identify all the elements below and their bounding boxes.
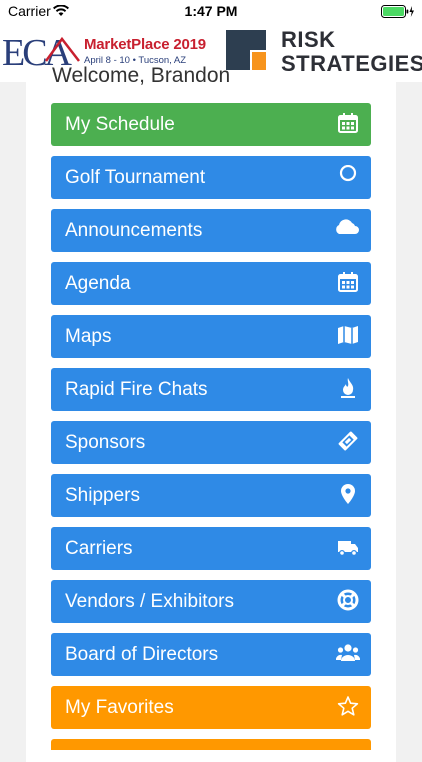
sponsor-line-1: RISK (281, 27, 336, 52)
button-label: Vendors / Exhibitors (65, 591, 234, 612)
button-label: Sponsors (65, 432, 146, 453)
golf-tournament-button[interactable]: Golf Tournament (51, 156, 371, 199)
settings-button[interactable] (51, 739, 371, 750)
button-label: Maps (65, 326, 112, 347)
event-title: MarketPlace 2019 (84, 36, 206, 53)
star-icon (337, 695, 359, 717)
welcome-message: Welcome, Brandon (52, 64, 231, 87)
maps-button[interactable]: Maps (51, 315, 371, 358)
carriers-button[interactable]: Carriers (51, 527, 371, 570)
cloud-icon (333, 218, 361, 240)
fire-icon (337, 377, 359, 399)
ticket-icon (337, 430, 359, 452)
risk-strategies-wordmark: RISK STRATEGIES (281, 28, 422, 76)
my-schedule-button[interactable]: My Schedule (51, 103, 371, 146)
map-marker-icon (337, 483, 359, 505)
button-label: My Schedule (65, 114, 175, 135)
button-label: Board of Directors (65, 644, 219, 665)
button-label: Rapid Fire Chats (65, 379, 208, 400)
sponsors-button[interactable]: Sponsors (51, 421, 371, 464)
board-of-directors-button[interactable]: Board of Directors (51, 633, 371, 676)
risk-strategies-logo-icon (226, 30, 268, 77)
rapid-fire-chats-button[interactable]: Rapid Fire Chats (51, 368, 371, 411)
button-label: Shippers (65, 485, 140, 506)
users-icon (336, 642, 360, 664)
life-ring-icon (337, 589, 359, 611)
announcements-button[interactable]: Announcements (51, 209, 371, 252)
battery-icon (381, 5, 415, 18)
button-label: Golf Tournament (65, 167, 206, 188)
button-label: Carriers (65, 538, 133, 559)
button-label: Agenda (65, 273, 131, 294)
map-icon (337, 324, 359, 346)
circle-icon (337, 165, 359, 187)
status-bar: Carrier 1:47 PM (0, 0, 422, 22)
button-label: Announcements (65, 220, 203, 241)
calendar-icon (337, 271, 359, 293)
calendar-check-icon (337, 112, 359, 134)
sponsor-line-2: STRATEGIES (281, 51, 422, 76)
agenda-button[interactable]: Agenda (51, 262, 371, 305)
button-label: My Favorites (65, 697, 174, 718)
vendors-exhibitors-button[interactable]: Vendors / Exhibitors (51, 580, 371, 623)
shippers-button[interactable]: Shippers (51, 474, 371, 517)
my-favorites-button[interactable]: My Favorites (51, 686, 371, 729)
clock: 1:47 PM (184, 3, 238, 19)
truck-icon (337, 536, 359, 558)
